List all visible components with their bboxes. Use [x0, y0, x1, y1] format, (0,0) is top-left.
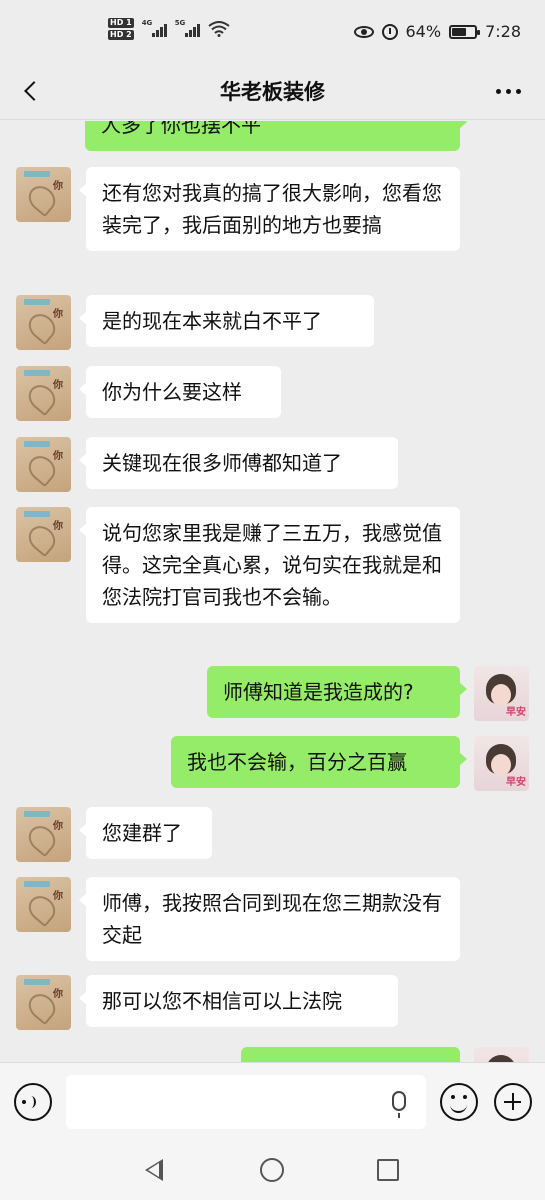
status-bar: HD 1 HD 2 4G 5G 64% 7:28: [0, 0, 545, 62]
signal-icon-2: 5G: [175, 19, 200, 37]
emoji-icon[interactable]: [440, 1083, 478, 1121]
voice-icon[interactable]: [14, 1083, 52, 1121]
more-icon: [495, 88, 501, 94]
hd-icon: HD 1 HD 2: [108, 18, 134, 40]
contact-avatar[interactable]: 你: [16, 167, 71, 222]
contact-avatar[interactable]: 你: [16, 366, 71, 421]
contact-avatar[interactable]: 你: [16, 975, 71, 1030]
message-bubble-right[interactable]: 人多了你也摆不平: [85, 121, 467, 151]
plus-icon[interactable]: [494, 1083, 532, 1121]
contact-avatar[interactable]: 你: [16, 507, 71, 562]
mic-icon[interactable]: [392, 1091, 406, 1118]
eye-icon: [353, 25, 374, 38]
message-bubble-left[interactable]: 您建群了: [79, 807, 212, 859]
my-avatar[interactable]: [474, 1047, 529, 1062]
contact-avatar[interactable]: 你: [16, 295, 71, 350]
message-bubble-left[interactable]: 还有您对我真的搞了很大影响，您看您装完了，我后面别的地方也要搞: [79, 167, 460, 251]
wifi-icon: [208, 21, 230, 37]
contact-avatar[interactable]: 你: [16, 437, 71, 492]
status-bar-left: HD 1 HD 2 4G 5G: [108, 18, 230, 40]
message-bubble-left[interactable]: 你为什么要这样: [79, 366, 281, 418]
more-button[interactable]: [491, 76, 525, 106]
message-bubble-right[interactable]: 师傅知道是我造成的?: [207, 666, 467, 718]
message-bubble-left[interactable]: 师傅，我按照合同到现在您三期款没有交起: [79, 877, 460, 961]
my-avatar[interactable]: 早安: [474, 736, 529, 791]
chat-title: 华老板装修: [220, 80, 325, 104]
my-avatar[interactable]: 早安: [474, 666, 529, 721]
message-bubble-left[interactable]: 那可以您不相信可以上法院: [79, 975, 398, 1027]
nav-recent-icon[interactable]: [377, 1159, 399, 1181]
message-bubble-right-partial[interactable]: [241, 1047, 460, 1062]
alarm-icon: [381, 23, 398, 40]
message-bubble-right[interactable]: 我也不会输，百分之百赢: [171, 736, 467, 788]
contact-avatar[interactable]: 你: [16, 807, 71, 862]
nav-back-icon[interactable]: [145, 1159, 163, 1181]
contact-avatar[interactable]: 你: [16, 877, 71, 932]
battery-percent: 64%: [405, 22, 442, 41]
message-bubble-left[interactable]: 说句您家里我是赚了三五万，我感觉值得。这完全真心累，说句实在我就是和您法院打官司…: [79, 507, 460, 623]
chat-area[interactable]: 人多了你也摆不平 早安 你 还有您对我真的搞了很大影响，您看您装完了，我后面别的…: [0, 121, 545, 1062]
status-bar-right: 64% 7:28: [353, 22, 521, 41]
message-bubble-left[interactable]: 是的现在本来就白不平了: [79, 295, 374, 347]
clock: 7:28: [485, 22, 521, 41]
signal-icon: 4G: [142, 19, 167, 37]
chat-header: 华老板装修: [0, 62, 545, 120]
input-bar: [0, 1062, 545, 1140]
system-nav-bar: [0, 1140, 545, 1200]
message-bubble-left[interactable]: 关键现在很多师傅都知道了: [79, 437, 398, 489]
battery-icon: [449, 24, 481, 39]
nav-home-icon[interactable]: [260, 1158, 284, 1182]
message-input[interactable]: [66, 1075, 426, 1129]
